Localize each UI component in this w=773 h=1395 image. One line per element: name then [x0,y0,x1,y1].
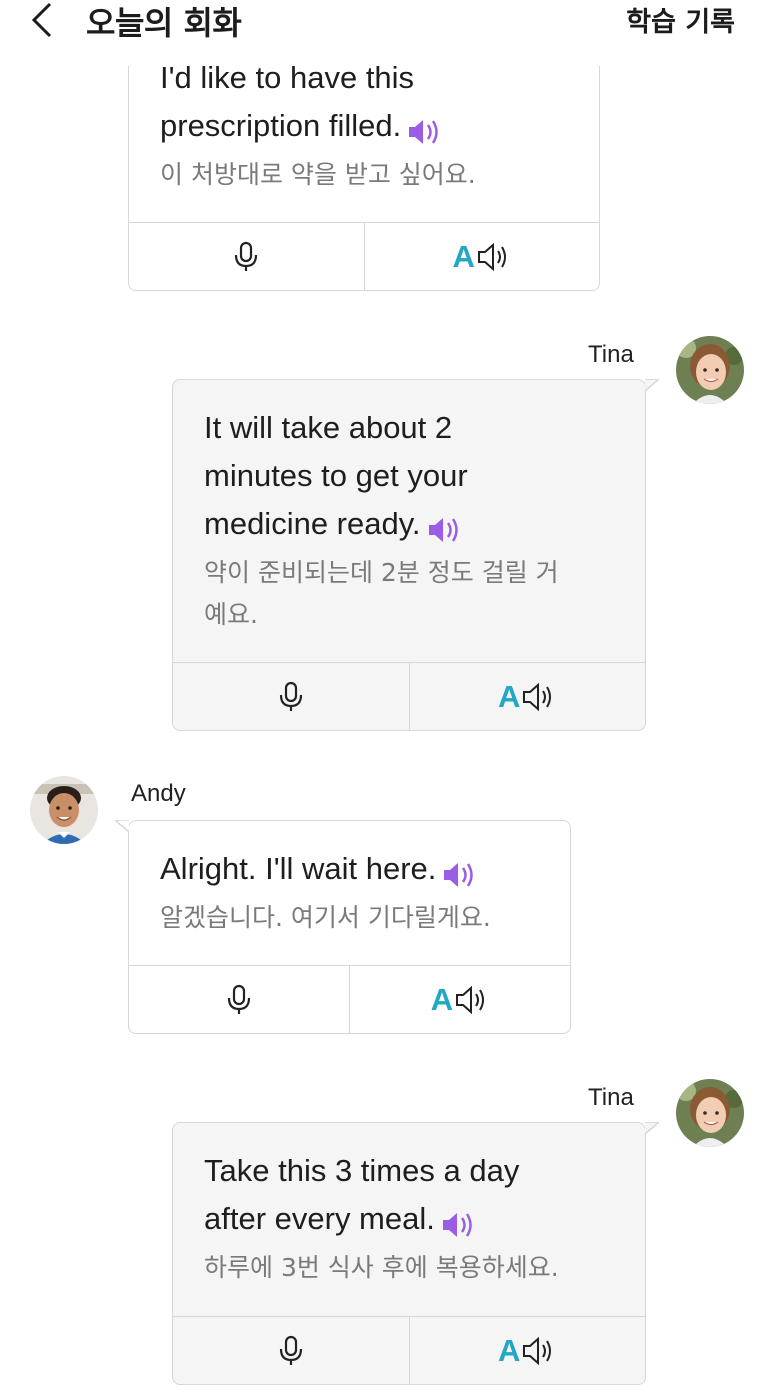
listen-translation-button[interactable]: A [408,1317,646,1384]
avatar [30,776,98,844]
message-english: Alright. I'll wait here. [160,845,560,893]
message-korean: 약이 준비되는데 2분 정도 걸릴 거 예요. [204,558,559,629]
listen-translation-button[interactable]: A [408,663,646,730]
message-actions: A [129,965,570,1033]
record-button[interactable] [173,1317,409,1384]
avatar [676,1079,744,1147]
message-korean: 하루에 3번 식사 후에 복용하세요. [204,1253,559,1282]
speaker-outline-icon [523,682,552,711]
speaker-outline-icon [523,1336,552,1365]
message-bubble: Alright. I'll wait here. 알겠습니다. 여기서 기다릴게… [115,819,571,1034]
speaker-outline-icon [456,985,485,1014]
chevron-left-icon [31,2,52,38]
record-button[interactable] [173,663,409,730]
back-button[interactable] [28,2,58,38]
microphone-icon [279,1335,302,1365]
speaker-icon[interactable] [407,113,441,144]
message-actions: A [173,1316,645,1384]
message-bubble: It will take about 2 minutes to get your… [172,378,659,731]
speaker-name: Andy [131,780,186,807]
bubble-tail [645,1121,659,1135]
translation-letter: A [452,238,475,274]
header: 오늘의 회화 학습 기록 [0,0,773,66]
avatar [676,336,744,404]
message-korean: 알겠습니다. 여기서 기다릴게요. [160,903,491,932]
speaker-icon[interactable] [441,1206,475,1237]
message-actions: A [173,662,645,730]
speaker-icon[interactable] [427,511,461,542]
message-actions: A [129,222,599,290]
study-history-button[interactable]: 학습 기록 [626,0,735,39]
message-english: Take this 3 times a day after every meal… [204,1153,520,1237]
speaker-name: Tina [588,1084,634,1111]
microphone-icon [227,984,251,1014]
record-button[interactable] [129,223,364,290]
listen-translation-button[interactable]: A [349,966,570,1033]
message-english: It will take about 2 minutes to get your… [204,410,468,542]
message-bubble: Take this 3 times a day after every meal… [172,1121,659,1385]
page-title: 오늘의 회화 [86,4,242,42]
microphone-icon [235,241,258,271]
microphone-icon [279,681,302,711]
speaker-outline-icon [477,242,506,271]
translation-letter: A [498,1332,521,1368]
translation-letter: A [498,678,521,714]
message-korean: 이 처방대로 약을 받고 싶어요. [160,160,476,189]
translation-letter: A [430,981,454,1017]
speaker-icon[interactable] [442,856,476,887]
record-button[interactable] [129,966,349,1033]
speaker-name: Tina [588,341,634,368]
listen-translation-button[interactable]: A [363,223,600,290]
bubble-tail [115,819,129,833]
message-english: I'd like to have this prescription fille… [160,54,580,150]
bubble-tail [645,378,659,392]
message-bubble: I'd like to have this prescription fille… [128,36,600,291]
